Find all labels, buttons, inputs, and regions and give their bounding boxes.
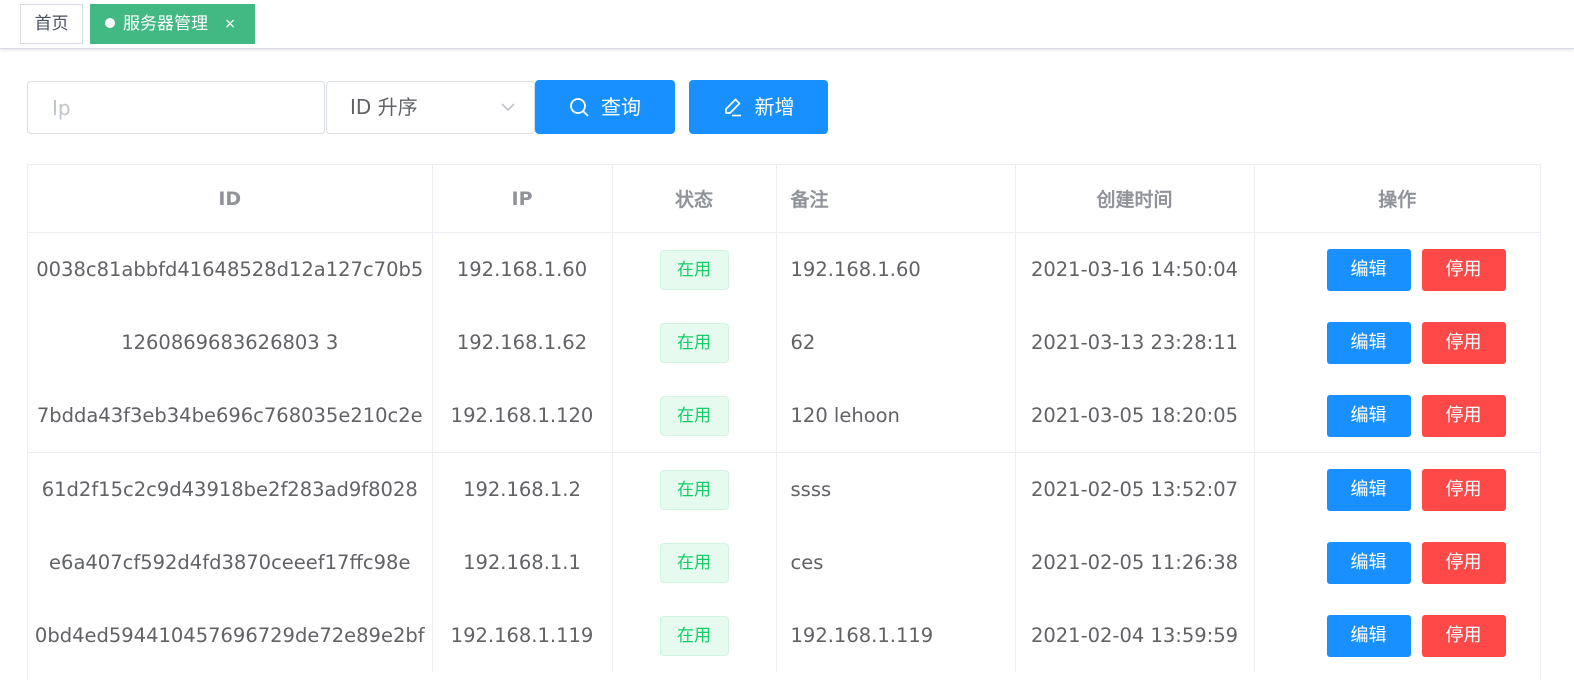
table-row: 1260869683626803 3 192.168.1.62 在用 62 2021-0… [28, 306, 1540, 379]
status-badge: 在用 [659, 322, 729, 363]
cell-status: 在用 [612, 526, 777, 599]
column-header-actions: 操作 [1254, 165, 1540, 233]
cell-ip: 192.168.1.119 [432, 599, 613, 672]
table-row: 7bdda43f3eb34be696c768035e210c2e 192.168.… [28, 379, 1540, 453]
cell-id: e6a407cf592d4fd3870ceeef17ffc98e [28, 526, 433, 599]
status-badge: 在用 [659, 395, 729, 436]
cell-actions: 编辑 停用 [1254, 233, 1540, 307]
column-header-created: 创建时间 [1015, 165, 1255, 233]
table-row: 0bd4ed594410457696729de72e89e2bf 192.168.… [28, 599, 1540, 672]
cell-actions: 编辑 停用 [1254, 452, 1540, 526]
server-table: ID IP 状态 备注 创建时间 操作 0038c81abbfd41648528… [27, 164, 1541, 680]
edit-button[interactable]: 编辑 [1326, 614, 1411, 657]
cell-id: 0bd4ed594410457696729de72e89e2bf [28, 599, 433, 672]
edit-icon [724, 98, 741, 116]
tab-home[interactable]: 首页 [20, 4, 83, 44]
active-dot-icon [105, 18, 115, 28]
cell-created: 2021-03-13 23:28:11 [1015, 306, 1255, 379]
ip-search-input[interactable] [27, 81, 325, 134]
cell-created: 2021-03-05 18:20:05 [1015, 379, 1255, 453]
sort-select-value: ID 升序 [350, 95, 418, 119]
edit-button[interactable]: 编辑 [1326, 321, 1411, 364]
cell-status: 在用 [612, 452, 777, 526]
disable-button[interactable]: 停用 [1421, 468, 1506, 511]
cell-actions: 编辑 停用 [1254, 306, 1540, 379]
cell-ip: 192.168.1.1 [432, 526, 613, 599]
column-header-remark: 备注 [776, 165, 1016, 233]
disable-button[interactable]: 停用 [1421, 321, 1506, 364]
disable-button[interactable]: 停用 [1421, 394, 1506, 437]
cell-id: 1260869683626803 3 [28, 306, 433, 379]
column-header-id: ID [28, 165, 433, 233]
disable-button[interactable]: 停用 [1421, 248, 1506, 291]
column-header-status: 状态 [612, 165, 777, 233]
edit-button[interactable]: 编辑 [1326, 468, 1411, 511]
cell-status: 在用 [612, 232, 777, 306]
close-icon[interactable]: × [224, 5, 236, 43]
tags-view-bar: 首页 服务器管理 × [0, 0, 1574, 49]
sort-select[interactable]: ID 升序 [326, 81, 535, 134]
status-badge: 在用 [659, 469, 729, 510]
edit-button[interactable]: 编辑 [1326, 248, 1411, 291]
tab-server-management[interactable]: 服务器管理 × [90, 4, 255, 44]
tab-label: 服务器管理 [123, 14, 208, 34]
cell-actions: 编辑 停用 [1254, 599, 1540, 672]
table-row: 61d2f15c2c9d43918be2f283ad9f8028 192.168.… [28, 452, 1540, 526]
search-icon [570, 97, 589, 116]
status-badge: 在用 [659, 249, 729, 290]
query-button[interactable]: 查询 [535, 80, 675, 134]
cell-remark: ces [776, 526, 1016, 599]
edit-button[interactable]: 编辑 [1326, 541, 1411, 584]
cell-remark: 192.168.1.119 [776, 599, 1016, 672]
table-row: e6a407cf592d4fd3870ceeef17ffc98e 192.168.… [28, 526, 1540, 599]
cell-id: 7bdda43f3eb34be696c768035e210c2e [28, 379, 433, 453]
cell-actions: 编辑 停用 [1254, 379, 1540, 453]
table-header-row: ID IP 状态 备注 创建时间 操作 [28, 165, 1540, 233]
query-button-label: 查询 [601, 95, 641, 119]
status-badge: 在用 [659, 542, 729, 583]
table-row: 0038c81abbfd41648528d12a127c70b5 192.168.… [28, 232, 1540, 307]
add-button-label: 新增 [754, 95, 795, 119]
cell-id: 61d2f15c2c9d43918be2f283ad9f8028 [28, 452, 433, 526]
disable-button[interactable]: 停用 [1421, 541, 1506, 584]
cell-created: 2021-03-16 14:50:04 [1015, 232, 1255, 306]
add-button[interactable]: 新增 [689, 80, 828, 134]
edit-button[interactable]: 编辑 [1326, 394, 1411, 437]
cell-created: 2021-02-05 13:52:07 [1015, 452, 1255, 526]
column-header-ip: IP [432, 165, 613, 233]
cell-remark: 62 [776, 306, 1016, 379]
cell-id: 0038c81abbfd41648528d12a127c70b5 [28, 232, 433, 306]
cell-ip: 192.168.1.62 [432, 306, 613, 379]
cell-ip: 192.168.1.2 [432, 452, 613, 526]
cell-actions: 编辑 停用 [1254, 526, 1540, 599]
cell-created: 2021-02-05 11:26:38 [1015, 526, 1255, 599]
disable-button[interactable]: 停用 [1421, 614, 1506, 657]
cell-ip: 192.168.1.120 [432, 379, 613, 453]
cell-ip: 192.168.1.60 [432, 232, 613, 306]
cell-remark: 120 lehoon [776, 379, 1016, 453]
cell-status: 在用 [612, 306, 777, 379]
cell-created: 2021-02-04 13:59:59 [1015, 599, 1255, 672]
chevron-down-icon [501, 103, 515, 112]
cell-remark: ssss [776, 452, 1016, 526]
status-badge: 在用 [659, 615, 729, 656]
cell-status: 在用 [612, 599, 777, 672]
cell-remark: 192.168.1.60 [776, 232, 1016, 306]
cell-status: 在用 [612, 379, 777, 453]
